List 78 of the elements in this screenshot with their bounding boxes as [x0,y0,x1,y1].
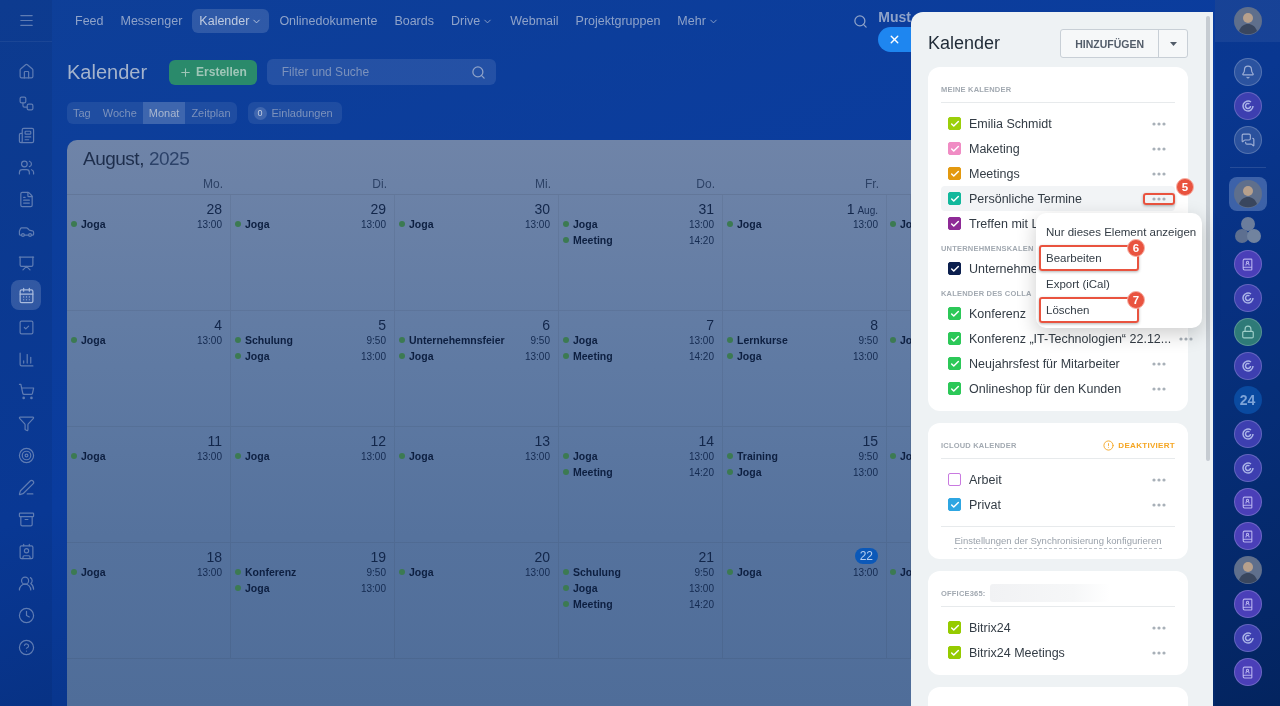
calendar-name: Maketing [969,141,1020,156]
event-time: 13:00 [524,218,550,230]
event-time: 9:50 [366,334,386,346]
day-number: 20 [534,550,550,564]
calendar-name: Privat [969,497,1001,512]
event-time: 13:00 [360,350,386,362]
day-number: 1 [846,202,855,216]
day-number: 8 [870,318,878,332]
calendar-name: Meetings [969,166,1020,181]
event-time: 13:00 [524,566,550,578]
weekday-header: Di. [231,170,395,195]
event-time: 13:00 [196,334,222,346]
event-time: 13:00 [688,582,714,594]
event-time: 13:00 [196,450,222,462]
year-label: 2025 [148,148,190,170]
day-number: 30 [534,202,550,216]
day-number: 14 [698,434,714,448]
day-number: 13 [534,434,550,448]
page-title: Kalender [67,60,148,84]
day-number: 7 [706,318,714,332]
calendar-name: Konferenz [969,306,1026,321]
day-number: 12 [370,434,386,448]
day-number: 22 [854,548,878,564]
calendar-name: Unternehme [969,261,1038,276]
callout-badge: 6 [1127,239,1145,257]
weekday-header: Fr. [723,170,887,195]
calendar-name: Persönliche Termine [969,191,1083,206]
day-number: 4 [214,318,222,332]
weekday-header: Mi. [395,170,559,195]
event-time: 14:20 [688,350,714,362]
panel-title: Kalender [928,33,1001,54]
event-time: 13:00 [360,218,386,230]
weekday-header: Do. [559,170,723,195]
event-time: 13:00 [524,450,550,462]
day-number: 11 [207,434,222,448]
day-number: 29 [370,202,386,216]
event-time: 13:00 [688,334,714,346]
event-time: 14:20 [688,466,714,478]
calendar-name: Bitrix24 [969,620,1011,635]
invitation-count: 0 [253,106,267,120]
event-time: 14:20 [688,598,714,610]
day-number: 15 [862,434,878,448]
day-number: 18 [206,550,222,564]
calendar-name: Neujahrsfest für Mitarbeiter [969,356,1120,371]
event-time: 13:00 [688,218,714,230]
calendar-name: Onlineshop für den Kunden [969,381,1122,396]
invitations-label: Einladungen [271,107,333,119]
event-time: 13:00 [852,350,878,362]
event-time: 13:00 [524,350,550,362]
event-time: 14:20 [688,234,714,246]
event-time: 13:00 [360,450,386,462]
day-number: 28 [206,202,222,216]
event-time: 13:00 [360,582,386,594]
day-number: 31 [698,202,714,216]
day-number: 6 [542,318,550,332]
calendar-name: Bitrix24 Meetings [969,645,1065,660]
event-time: 9:50 [858,334,878,346]
event-time: 13:00 [852,466,878,478]
event-time: 9:50 [366,566,386,578]
month-label: August, [83,148,144,170]
weekday-header: Mo. [67,170,231,195]
calendar-name: Konferenz „IT-Technologien“ 22.12... [969,331,1172,346]
day-number: 5 [378,318,386,332]
status-label: DEAKTIVIERT [1118,440,1175,450]
month-abbreviation: Aug. [857,205,878,216]
event-time: 13:00 [852,566,878,578]
calendar-name: Emilia Schmidt [969,116,1052,131]
event-time: 9:50 [530,334,550,346]
event-time: 13:00 [852,218,878,230]
callout-badge: 7 [1127,291,1145,309]
event-time: 9:50 [858,450,878,462]
day-number: 19 [370,550,386,564]
event-time: 13:00 [196,218,222,230]
event-time: 13:00 [688,450,714,462]
event-time: 13:00 [196,566,222,578]
event-time: 9:50 [694,566,714,578]
day-number: 21 [698,550,714,564]
calendar-name: Arbeit [969,472,1002,487]
